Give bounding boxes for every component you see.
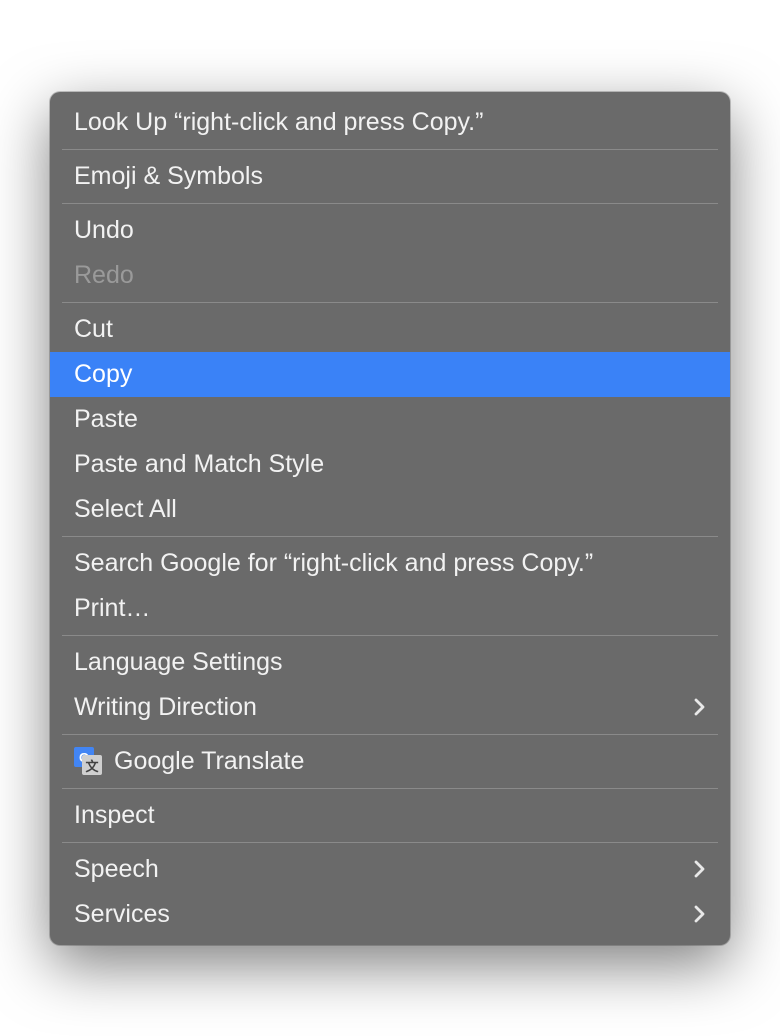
menu-separator <box>62 635 718 636</box>
chevron-right-icon <box>694 860 706 878</box>
menu-item-label: Speech <box>74 855 159 884</box>
menu-item-services[interactable]: Services <box>50 892 730 937</box>
menu-item-label: Select All <box>74 495 177 524</box>
menu-item-label: Emoji & Symbols <box>74 162 263 191</box>
menu-item-print[interactable]: Print… <box>50 586 730 631</box>
menu-item-label: Paste and Match Style <box>74 450 324 479</box>
menu-item-lookup[interactable]: Look Up “right-click and press Copy.” <box>50 100 730 145</box>
menu-item-select-all[interactable]: Select All <box>50 487 730 532</box>
menu-item-label: Language Settings <box>74 648 283 677</box>
menu-item-label: Look Up “right-click and press Copy.” <box>74 108 483 137</box>
menu-separator <box>62 203 718 204</box>
menu-separator <box>62 536 718 537</box>
menu-item-label: Copy <box>74 360 132 389</box>
context-menu: Look Up “right-click and press Copy.” Emo… <box>50 92 730 945</box>
menu-item-redo: Redo <box>50 253 730 298</box>
menu-separator <box>62 842 718 843</box>
menu-separator <box>62 734 718 735</box>
menu-item-label: Writing Direction <box>74 693 257 722</box>
menu-item-speech[interactable]: Speech <box>50 847 730 892</box>
menu-item-label: Print… <box>74 594 150 623</box>
menu-item-undo[interactable]: Undo <box>50 208 730 253</box>
menu-item-cut[interactable]: Cut <box>50 307 730 352</box>
menu-item-emoji-symbols[interactable]: Emoji & Symbols <box>50 154 730 199</box>
menu-separator <box>62 302 718 303</box>
menu-item-label: Redo <box>74 261 134 290</box>
google-translate-icon: G文 <box>74 747 102 775</box>
menu-separator <box>62 788 718 789</box>
menu-item-paste-match-style[interactable]: Paste and Match Style <box>50 442 730 487</box>
menu-item-google-translate[interactable]: G文 Google Translate <box>50 739 730 784</box>
menu-item-label: Inspect <box>74 801 155 830</box>
menu-item-label: Cut <box>74 315 113 344</box>
menu-item-search-google[interactable]: Search Google for “right-click and press… <box>50 541 730 586</box>
menu-item-label: Paste <box>74 405 138 434</box>
menu-item-inspect[interactable]: Inspect <box>50 793 730 838</box>
chevron-right-icon <box>694 698 706 716</box>
menu-item-label: Google Translate <box>114 747 304 776</box>
menu-item-label: Services <box>74 900 170 929</box>
menu-item-paste[interactable]: Paste <box>50 397 730 442</box>
menu-item-language-settings[interactable]: Language Settings <box>50 640 730 685</box>
menu-item-label: Undo <box>74 216 134 245</box>
menu-item-label: Search Google for “right-click and press… <box>74 549 593 578</box>
chevron-right-icon <box>694 905 706 923</box>
menu-separator <box>62 149 718 150</box>
menu-item-writing-direction[interactable]: Writing Direction <box>50 685 730 730</box>
menu-item-copy[interactable]: Copy <box>50 352 730 397</box>
